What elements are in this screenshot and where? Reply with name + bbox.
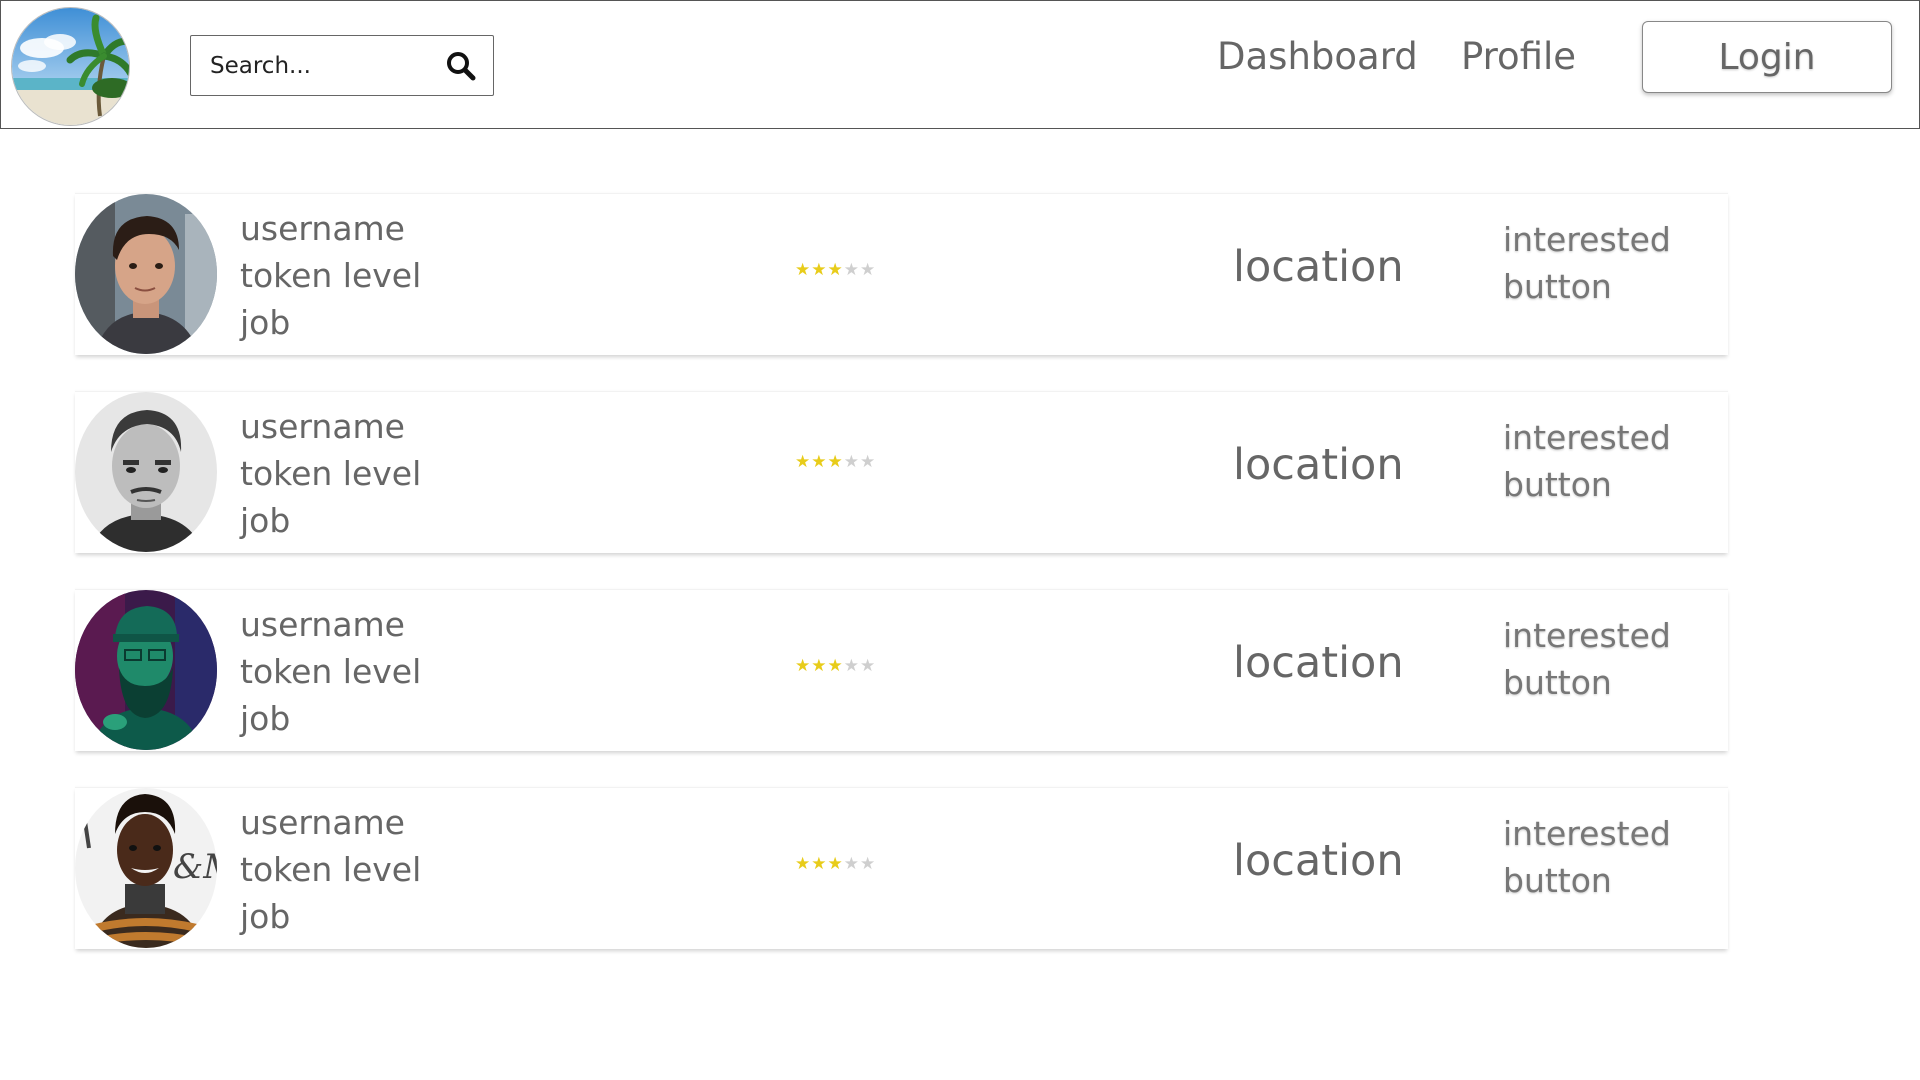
user-info: username token level job bbox=[240, 799, 421, 940]
interested-button[interactable]: interested button bbox=[1503, 216, 1703, 310]
star-filled-icon: ★ bbox=[827, 452, 844, 472]
star-empty-icon: ★ bbox=[860, 260, 877, 280]
user-card: username token level job ★★★★★ location … bbox=[75, 193, 1728, 355]
star-filled-icon: ★ bbox=[827, 656, 844, 676]
beach-palm-logo[interactable] bbox=[11, 7, 130, 126]
location-text: location bbox=[1233, 638, 1404, 688]
star-filled-icon: ★ bbox=[795, 656, 812, 676]
avatar[interactable] bbox=[75, 392, 217, 552]
username-text: username bbox=[240, 803, 405, 842]
search-box bbox=[190, 35, 494, 96]
star-empty-icon: ★ bbox=[860, 452, 877, 472]
job-text: job bbox=[240, 303, 291, 342]
star-empty-icon: ★ bbox=[843, 854, 860, 874]
star-rating: ★★★★★ bbox=[795, 262, 876, 279]
nav-profile-link[interactable]: Profile bbox=[1461, 35, 1576, 78]
token-level-text: token level bbox=[240, 256, 422, 295]
nav-dashboard-link[interactable]: Dashboard bbox=[1217, 35, 1418, 78]
token-level-text: token level bbox=[240, 454, 422, 493]
star-filled-icon: ★ bbox=[827, 854, 844, 874]
user-card: username token level job ★★★★★ location … bbox=[75, 391, 1728, 553]
login-button[interactable]: Login bbox=[1642, 21, 1892, 93]
location-text: location bbox=[1233, 440, 1404, 490]
star-filled-icon: ★ bbox=[811, 260, 828, 280]
avatar[interactable] bbox=[75, 194, 217, 354]
job-text: job bbox=[240, 699, 291, 738]
star-rating: ★★★★★ bbox=[795, 454, 876, 471]
token-level-text: token level bbox=[240, 850, 422, 889]
interested-button[interactable]: interested button bbox=[1503, 414, 1703, 508]
star-filled-icon: ★ bbox=[811, 656, 828, 676]
top-navbar: Dashboard Profile Login bbox=[0, 0, 1920, 129]
star-filled-icon: ★ bbox=[795, 452, 812, 472]
star-rating: ★★★★★ bbox=[795, 856, 876, 873]
star-filled-icon: ★ bbox=[795, 854, 812, 874]
username-text: username bbox=[240, 407, 405, 446]
interested-button[interactable]: interested button bbox=[1503, 612, 1703, 706]
user-card: username token level job ★★★★★ location … bbox=[75, 589, 1728, 751]
search-icon[interactable] bbox=[445, 50, 477, 82]
username-text: username bbox=[240, 209, 405, 248]
job-text: job bbox=[240, 501, 291, 540]
avatar[interactable] bbox=[75, 590, 217, 750]
avatar[interactable]: &M bbox=[75, 788, 217, 948]
star-empty-icon: ★ bbox=[860, 854, 877, 874]
user-info: username token level job bbox=[240, 403, 421, 544]
star-filled-icon: ★ bbox=[811, 854, 828, 874]
star-empty-icon: ★ bbox=[843, 452, 860, 472]
svg-text:&M: &M bbox=[173, 847, 217, 887]
search-input[interactable] bbox=[191, 36, 441, 95]
location-text: location bbox=[1233, 242, 1404, 292]
star-empty-icon: ★ bbox=[860, 656, 877, 676]
job-text: job bbox=[240, 897, 291, 936]
interested-button[interactable]: interested button bbox=[1503, 810, 1703, 904]
star-filled-icon: ★ bbox=[827, 260, 844, 280]
star-empty-icon: ★ bbox=[843, 260, 860, 280]
star-filled-icon: ★ bbox=[795, 260, 812, 280]
user-card: &M username token level job ★★★★★ locati… bbox=[75, 787, 1728, 949]
user-info: username token level job bbox=[240, 205, 421, 346]
location-text: location bbox=[1233, 836, 1404, 886]
star-empty-icon: ★ bbox=[843, 656, 860, 676]
star-filled-icon: ★ bbox=[811, 452, 828, 472]
username-text: username bbox=[240, 605, 405, 644]
user-info: username token level job bbox=[240, 601, 421, 742]
star-rating: ★★★★★ bbox=[795, 658, 876, 675]
token-level-text: token level bbox=[240, 652, 422, 691]
